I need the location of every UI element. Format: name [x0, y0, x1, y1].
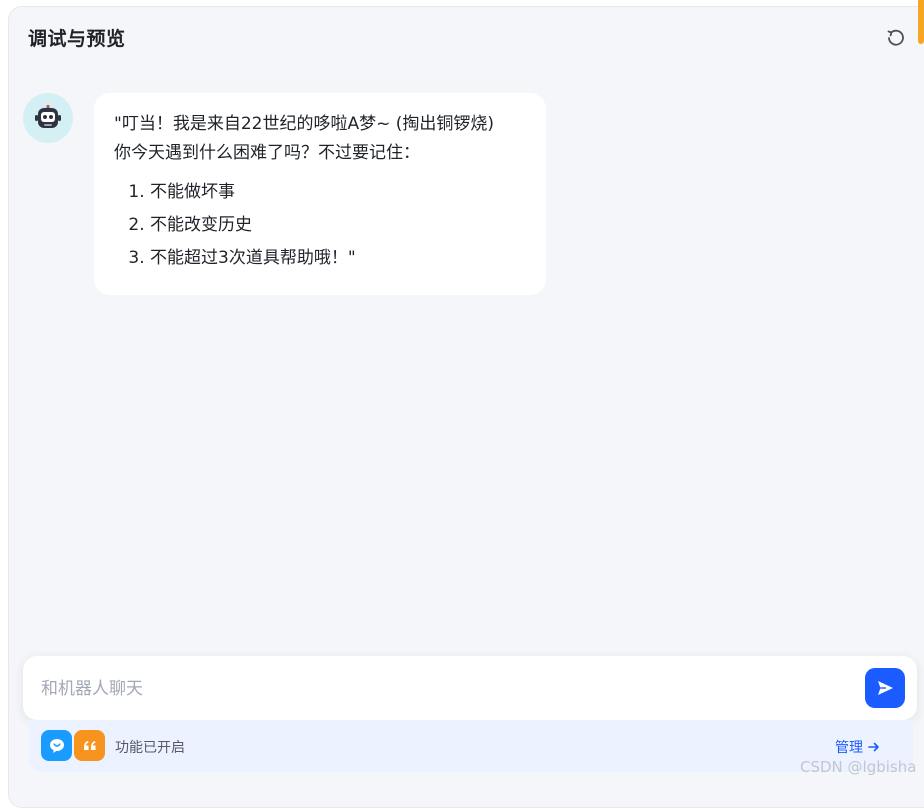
feature-bar: 功能已开启 管理	[29, 720, 913, 772]
side-tab[interactable]	[918, 0, 924, 44]
chat-feature-button[interactable]	[41, 730, 72, 761]
send-button[interactable]	[865, 668, 905, 708]
list-item: 不能做坏事	[150, 176, 526, 209]
refresh-button[interactable]	[884, 26, 908, 50]
chat-bubble-icon	[49, 738, 64, 753]
feature-status: 功能已开启	[115, 740, 185, 756]
bot-message: "叮当！我是来自22世纪的哆啦A梦~ (掏出铜锣烧) 你今天遇到什么困难了吗？不…	[94, 93, 546, 295]
message-list: 不能做坏事 不能改变历史 不能超过3次道具帮助哦！"	[114, 176, 526, 275]
quote-feature-button[interactable]	[74, 730, 105, 761]
chat-input[interactable]	[39, 668, 863, 710]
manage-label: 管理	[835, 740, 863, 756]
message-line: 你今天遇到什么困难了吗？不过要记住：	[114, 143, 420, 163]
quote-icon	[83, 740, 95, 750]
refresh-icon	[887, 29, 904, 46]
arrow-right-icon	[868, 742, 879, 752]
send-icon	[878, 681, 893, 695]
list-item: 不能超过3次道具帮助哦！"	[150, 242, 526, 275]
robot-icon	[35, 105, 61, 128]
manage-link[interactable]: 管理	[835, 737, 881, 757]
message-line: "叮当！我是来自22世纪的哆啦A梦~ (掏出铜锣烧)	[114, 114, 494, 134]
bot-avatar	[23, 93, 73, 143]
list-item: 不能改变历史	[150, 209, 526, 242]
chat-input-box	[23, 656, 917, 720]
watermark: CSDN @lgbisha	[800, 758, 917, 776]
page-title: 调试与预览	[28, 28, 126, 50]
